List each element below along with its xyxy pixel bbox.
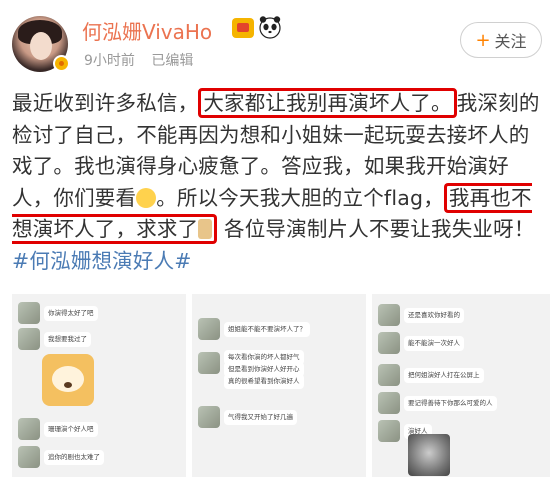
avatar-blur xyxy=(18,302,40,324)
avatar-face xyxy=(30,32,52,60)
pleading-emoji-icon xyxy=(136,187,157,208)
avatar-blur xyxy=(378,420,400,442)
post-text: 最近收到许多私信， 大家都让我别再演坏人了。 我深刻的检讨了自己，不能再因为想和小姐… xyxy=(12,88,548,277)
chat-screenshot-3[interactable]: 还是喜欢你好看的 能不能演一次好人 把何姐演好人打在公屏上 要记得善待下你那么可… xyxy=(372,294,550,477)
avatar-blur xyxy=(378,304,400,326)
follow-label: 关注 xyxy=(494,32,527,51)
post-header: 何泓姗VivaHo 9小时前 已编辑 + 关注 xyxy=(0,0,554,82)
photo-thumbnail-image xyxy=(408,434,450,476)
dog-sticker-image xyxy=(42,354,94,406)
chat-bubble: 还是喜欢你好看的 xyxy=(404,308,464,323)
chat-bubble: 追你的剧也太难了 xyxy=(44,450,104,465)
avatar-blur xyxy=(378,332,400,354)
chat-bubble: 把何姐演好人打在公屏上 xyxy=(404,368,484,383)
username[interactable]: 何泓姗VivaHo xyxy=(82,16,212,45)
edited-label: 已编辑 xyxy=(151,53,194,69)
highlight-box-1: 大家都让我别再演坏人了。 xyxy=(198,88,457,118)
post-meta: 9小时前 已编辑 xyxy=(84,50,205,70)
chat-bubble: 珊珊演个好人吧 xyxy=(44,422,98,437)
post-text-segment: 各位导演制片人不要让我失业呀！ xyxy=(217,217,535,241)
pray-emoji-icon xyxy=(198,219,213,239)
chat-bubble: 气得我又开始了好几遍 xyxy=(224,410,297,425)
chat-bubble: 能不能演一次好人 xyxy=(404,336,464,351)
chat-bubble: 我想要我过了 xyxy=(44,332,91,347)
avatar-blur xyxy=(18,446,40,468)
post-text-segment: 。所以今天我大胆的立个flag， xyxy=(156,185,444,210)
verified-badge-icon xyxy=(53,55,70,72)
panda-icon[interactable] xyxy=(258,15,282,39)
avatar-blur xyxy=(198,318,220,340)
follow-button[interactable]: + 关注 xyxy=(460,22,542,58)
chat-bubble: 你演得太好了吧 xyxy=(44,306,98,321)
chat-bubble: 姐姐能不能不要演坏人了？ xyxy=(224,322,310,337)
avatar-blur xyxy=(18,418,40,440)
chat-screenshot-1[interactable]: 你演得太好了吧 我想要我过了 珊珊演个好人吧 追你的剧也太难了 xyxy=(12,294,186,477)
plus-icon: + xyxy=(475,29,491,51)
chat-screenshot-2[interactable]: 姐姐能不能不要演坏人了？ 每次看你演的坏人都好气 但是看到你演好人好开心 真的很… xyxy=(192,294,366,477)
post-time: 9小时前 xyxy=(84,53,135,69)
crown-icon[interactable] xyxy=(232,18,254,38)
avatar-blur xyxy=(198,352,220,374)
avatar-blur xyxy=(378,364,400,386)
chat-bubble: 要记得善待下你那么可爱的人 xyxy=(404,396,497,411)
hashtag-link[interactable]: #何泓姗想演好人# xyxy=(12,249,192,273)
image-grid: 你演得太好了吧 我想要我过了 珊珊演个好人吧 追你的剧也太难了 姐姐能不能不要演… xyxy=(12,294,550,477)
post-text-segment: 最近收到许多私信， xyxy=(12,91,199,115)
avatar-blur xyxy=(198,406,220,428)
avatar-blur xyxy=(18,328,40,350)
avatar-blur xyxy=(378,392,400,414)
chat-bubble: 真的很希望看到你演好人 xyxy=(224,374,304,389)
